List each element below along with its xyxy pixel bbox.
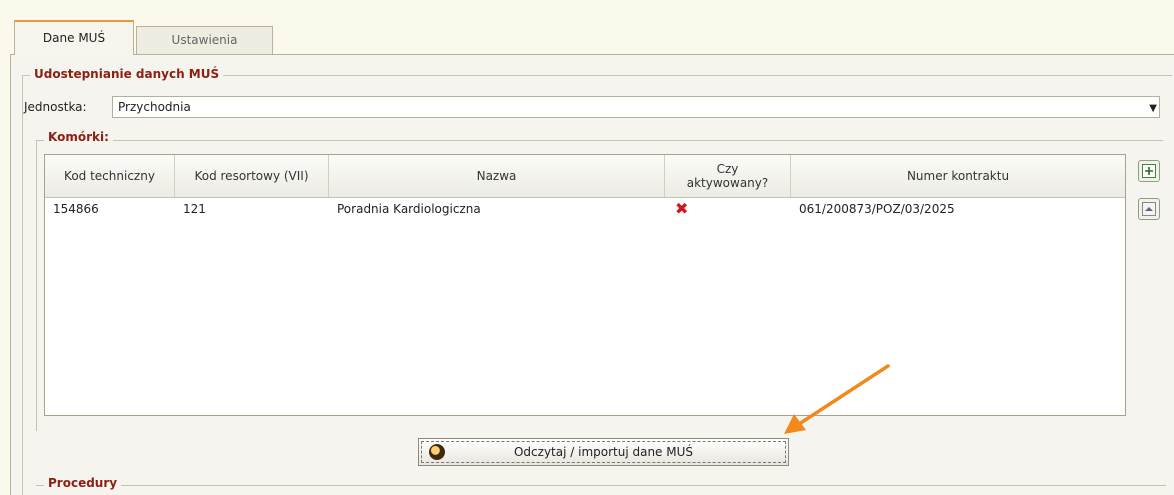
cell-kod-resortowy: 121 xyxy=(183,202,206,216)
procedures-border xyxy=(36,485,1166,486)
table-header: Kod techniczny Kod resortowy (VII) Nazwa… xyxy=(45,155,1125,198)
cell-nazwa: Poradnia Kardiologiczna xyxy=(337,202,481,216)
column-header-kod-resortowy[interactable]: Kod resortowy (VII) xyxy=(175,155,329,197)
column-header-aktywowany[interactable]: Czy aktywowany? xyxy=(665,155,791,197)
cell-aktywowany: ✖ xyxy=(665,198,791,220)
import-button-label: Odczytaj / importuj dane MUŚ xyxy=(513,445,694,459)
inactive-x-icon: ✖ xyxy=(675,199,689,218)
add-row-button[interactable] xyxy=(1138,160,1160,182)
fieldset-border-left xyxy=(22,75,23,495)
table-row[interactable]: 154866 121 Poradnia Kardiologiczna ✖ 061… xyxy=(45,198,1125,220)
cells-table[interactable]: Kod techniczny Kod resortowy (VII) Nazwa… xyxy=(44,154,1126,416)
cell-kod-techniczny: 154866 xyxy=(53,202,99,216)
unit-select-value: Przychodnia xyxy=(118,100,191,114)
section-legend-procedury: Procedury xyxy=(44,476,122,490)
tab-dane-mus[interactable]: Dane MUŚ xyxy=(14,20,134,55)
import-icon xyxy=(429,444,445,460)
plus-icon xyxy=(1142,164,1156,178)
section-legend-udostepnianie: Udostepnianie danych MUŚ xyxy=(30,67,224,81)
section-legend-komorki: Komórki: xyxy=(44,130,113,144)
tab-ustawienia[interactable]: Ustawienia xyxy=(136,26,273,54)
column-header-numer-kontraktu[interactable]: Numer kontraktu xyxy=(791,155,1125,197)
column-header-nazwa[interactable]: Nazwa xyxy=(329,155,665,197)
annotation-arrow xyxy=(784,364,890,434)
unit-label: Jednostka: xyxy=(24,100,87,114)
arrow-up-icon xyxy=(1142,202,1156,216)
cell-numer-kontraktu: 061/200873/POZ/03/2025 xyxy=(799,202,955,216)
chevron-down-icon[interactable]: ▼ xyxy=(1149,99,1157,119)
move-up-button[interactable] xyxy=(1138,198,1160,220)
import-mus-button[interactable]: Odczytaj / importuj dane MUŚ xyxy=(418,438,789,466)
column-header-kod-techniczny[interactable]: Kod techniczny xyxy=(45,155,175,197)
unit-select[interactable]: Przychodnia ▼ xyxy=(112,96,1160,118)
